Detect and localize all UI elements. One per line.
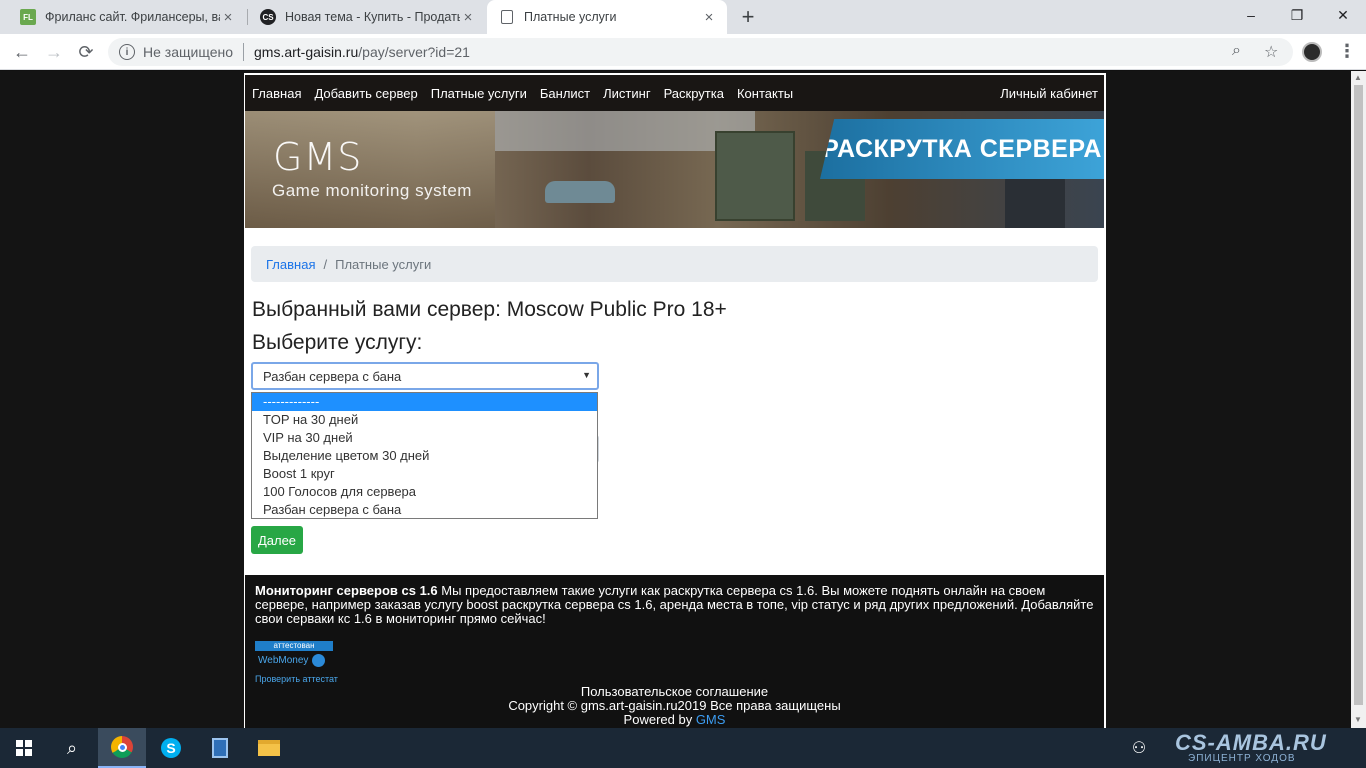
breadcrumb-home[interactable]: Главная <box>266 257 315 272</box>
tab-close-icon[interactable]: × <box>701 9 717 26</box>
nav-promotion[interactable]: Раскрутка <box>664 86 724 101</box>
browser-menu-icon[interactable]: ⋮ <box>1338 41 1356 62</box>
footer-description: Мониторинг серверов cs 1.6 Мы предоставл… <box>255 584 1095 626</box>
webmoney-badge[interactable]: аттестован WebMoney <box>255 641 333 669</box>
choose-service-heading: Выберите услугу: <box>252 331 423 354</box>
dropdown-arrow-icon: ▼ <box>582 370 591 380</box>
folder-icon <box>258 740 280 756</box>
promo-banner: РАСКРУТКА СЕРВЕРА <box>820 119 1104 179</box>
nav-banlist[interactable]: Банлист <box>540 86 590 101</box>
webmoney-badge-top: аттестован <box>255 641 333 651</box>
tab-close-icon[interactable]: × <box>220 9 236 26</box>
webmoney-label: WebMoney <box>258 654 309 666</box>
taskbar-editor[interactable] <box>196 728 244 768</box>
service-dropdown-list: ------------- TOP на 30 дней VIP на 30 д… <box>251 392 598 519</box>
nav-personal-cabinet[interactable]: Личный кабинет <box>1000 86 1098 101</box>
maximize-button[interactable]: ❐ <box>1274 0 1320 30</box>
scrollbar-thumb[interactable] <box>1354 85 1363 705</box>
tab-strip: FL Фриланс сайт. Фрилансеры, вак × CS Но… <box>0 0 1366 34</box>
scroll-up-icon[interactable]: ▲ <box>1354 73 1362 82</box>
forward-button[interactable]: → <box>42 40 66 64</box>
breadcrumb: Главная / Платные услуги <box>251 246 1098 282</box>
breadcrumb-separator: / <box>323 256 328 272</box>
security-label: Не защищено <box>143 44 233 60</box>
taskbar-skype[interactable]: S <box>147 728 195 768</box>
banner-crate <box>715 131 795 221</box>
document-icon <box>212 738 228 758</box>
tab-title: Платные услуги <box>524 10 617 24</box>
next-button[interactable]: Далее <box>251 526 303 554</box>
page-favicon-icon <box>501 10 513 24</box>
browser-toolbar: ← → ⟳ i Не защищено gms.art-gaisin.ru /p… <box>0 34 1366 70</box>
option-top-30[interactable]: TOP на 30 дней <box>252 411 597 429</box>
check-attestat-link[interactable]: Проверить аттестат <box>255 674 338 684</box>
option-boost-1[interactable]: Boost 1 круг <box>252 465 597 483</box>
nav-home[interactable]: Главная <box>252 86 301 101</box>
footer-lead-bold: Мониторинг серверов cs 1.6 <box>255 583 438 598</box>
breadcrumb-current: Платные услуги <box>335 256 432 272</box>
webmoney-globe-icon <box>312 653 326 667</box>
chrome-icon <box>111 736 133 758</box>
taskbar: ⌕ S ⚇ CS-AMBA.RU ЭПИЦЕНТР ХОДОВ <box>0 728 1366 768</box>
option-vip-30[interactable]: VIP на 30 дней <box>252 429 597 447</box>
option-placeholder[interactable]: ------------- <box>252 393 597 411</box>
logo-title: GMS <box>273 135 363 179</box>
site-header: Главная Добавить сервер Платные услуги Б… <box>245 75 1104 228</box>
info-icon[interactable]: i <box>119 44 135 60</box>
address-bar[interactable]: i Не защищено gms.art-gaisin.ru /pay/ser… <box>108 38 1293 66</box>
profile-avatar[interactable] <box>1302 42 1322 62</box>
nav-contacts[interactable]: Контакты <box>737 86 793 101</box>
back-button[interactable]: ← <box>10 40 34 64</box>
scroll-down-icon[interactable]: ▼ <box>1354 715 1362 724</box>
taskbar-chrome[interactable] <box>98 728 146 768</box>
tab-freelance[interactable]: FL Фриланс сайт. Фрилансеры, вак × <box>8 0 246 34</box>
nav-listing[interactable]: Листинг <box>603 86 650 101</box>
powered-by-link[interactable]: GMS <box>696 712 726 727</box>
windows-logo-icon <box>16 740 32 756</box>
service-select-value: Разбан сервера с бана <box>263 368 402 384</box>
site-footer: Мониторинг серверов cs 1.6 Мы предоставл… <box>245 575 1104 728</box>
page-viewport: Главная Добавить сервер Платные услуги Б… <box>0 71 1366 728</box>
cs-favicon-icon: CS <box>260 9 276 25</box>
url-host: gms.art-gaisin.ru <box>254 44 359 60</box>
powered-by-prefix: Powered by <box>623 712 696 727</box>
tab-close-icon[interactable]: × <box>460 9 476 26</box>
taskbar-explorer[interactable] <box>245 728 293 768</box>
skype-icon: S <box>161 738 181 758</box>
zoom-icon[interactable]: ⌕ <box>1232 42 1241 60</box>
site-container: Главная Добавить сервер Платные услуги Б… <box>244 73 1106 728</box>
bookmark-star-icon[interactable]: ☆ <box>1264 42 1278 62</box>
banner-car <box>545 181 615 203</box>
webmoney-badge-bottom: WebMoney <box>255 651 333 669</box>
minimize-button[interactable]: – <box>1228 0 1274 30</box>
service-select[interactable]: Разбан сервера с бана ▼ <box>251 362 599 390</box>
nav-paid-services[interactable]: Платные услуги <box>431 86 527 101</box>
tab-new-topic[interactable]: CS Новая тема - Купить - Продать × <box>248 0 486 34</box>
server-heading: Выбранный вами сервер: Moscow Public Pro… <box>252 298 727 321</box>
freelance-favicon-icon: FL <box>20 9 36 25</box>
address-divider <box>243 43 244 61</box>
start-button[interactable] <box>0 728 48 768</box>
main-nav: Главная Добавить сервер Платные услуги Б… <box>245 75 1104 111</box>
option-color-highlight-30[interactable]: Выделение цветом 30 дней <box>252 447 597 465</box>
logo-subtitle: Game monitoring system <box>272 181 472 200</box>
powered-by: Powered by GMS <box>245 712 1104 727</box>
people-icon[interactable]: ⚇ <box>1115 728 1163 768</box>
reload-button[interactable]: ⟳ <box>74 40 98 64</box>
close-window-button[interactable]: ✕ <box>1320 0 1366 30</box>
nav-add-server[interactable]: Добавить сервер <box>314 86 417 101</box>
option-100-votes[interactable]: 100 Голосов для сервера <box>252 483 597 501</box>
search-icon[interactable]: ⌕ <box>48 728 96 768</box>
url-path: /pay/server?id=21 <box>358 44 470 60</box>
vertical-scrollbar[interactable]: ▲ ▼ <box>1351 71 1366 728</box>
copyright-text: Copyright © gms.art-gaisin.ru2019 Все пр… <box>508 698 841 713</box>
tab-title: Фриланс сайт. Фрилансеры, вак <box>45 10 220 24</box>
tab-title: Новая тема - Купить - Продать <box>285 10 460 24</box>
option-unban[interactable]: Разбан сервера с бана <box>252 501 597 519</box>
new-tab-button[interactable]: + <box>736 4 760 29</box>
tab-paid-services[interactable]: Платные услуги × <box>487 0 727 34</box>
user-agreement-link[interactable]: Пользовательское соглашение <box>245 684 1104 699</box>
watermark-subtitle: ЭПИЦЕНТР ХОДОВ <box>1188 753 1296 764</box>
